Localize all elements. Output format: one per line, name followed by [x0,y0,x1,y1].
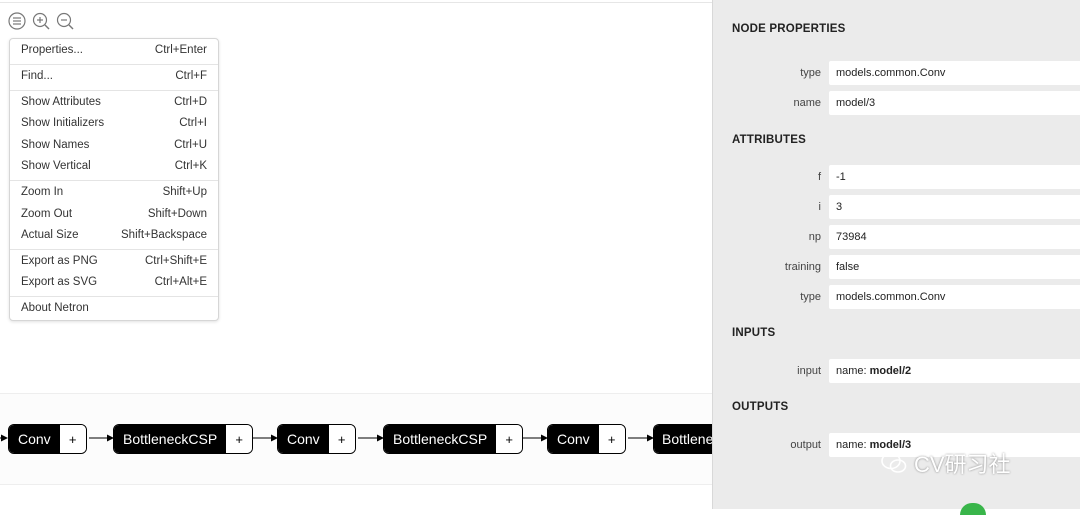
node-expand-button[interactable]: + [496,425,523,453]
prop-value-input[interactable]: name: model/2 [829,359,1080,383]
graph-node-conv[interactable]: Conv + [8,424,87,454]
prop-label: input [797,365,821,377]
wechat-icon [881,452,907,473]
watermark-text: CV研习社 [914,452,1011,477]
prop-prefix: name: [836,439,867,451]
prop-label: np [808,231,821,243]
graph-node-conv[interactable]: Conv + [277,424,356,454]
node-name: Bottlene [654,425,713,453]
prop-label: f [817,171,821,183]
prop-value-type: models.common.Conv [829,61,1080,85]
node-properties-panel: NODE PROPERTIES type models.common.Conv … [712,0,1080,509]
prop-value-f: -1 [829,165,1080,189]
prop-label: i [818,201,821,213]
section-title-attributes: ATTRIBUTES [732,134,806,146]
prop-value-np: 73984 [829,225,1080,249]
node-expand-button[interactable]: + [226,425,253,453]
prop-value-name: model/3 [829,91,1080,115]
prop-input-name: model/2 [869,365,912,377]
prop-label: name [793,97,821,109]
node-name: BottleneckCSP [384,425,497,453]
prop-label: type [800,291,821,303]
graph-node-conv[interactable]: Conv + [547,424,626,454]
graph-node-bottleneckcsp[interactable]: BottleneckCSP + [113,424,254,454]
section-title-node-properties: NODE PROPERTIES [732,23,846,35]
node-name: BottleneckCSP [114,425,227,453]
prop-label: type [800,67,821,79]
prop-value-i: 3 [829,195,1080,219]
node-expand-button[interactable]: + [59,425,86,453]
section-title-outputs: OUTPUTS [732,401,789,413]
node-name: Conv [548,425,599,453]
prop-label: output [790,439,821,451]
node-expand-button[interactable]: + [598,425,625,453]
prop-value-training: false [829,255,1080,279]
prop-value-attr-type: models.common.Conv [829,285,1080,309]
graph-node-bottleneckcsp-partial[interactable]: Bottlene [653,424,713,454]
prop-label: training [784,261,821,273]
watermark: CV研习社 [880,447,1011,479]
section-title-inputs: INPUTS [732,327,776,339]
node-name: Conv [9,425,60,453]
prop-prefix: name: [836,365,867,377]
graph-node-bottleneckcsp[interactable]: BottleneckCSP + [383,424,524,454]
node-name: Conv [278,425,329,453]
node-expand-button[interactable]: + [328,425,355,453]
